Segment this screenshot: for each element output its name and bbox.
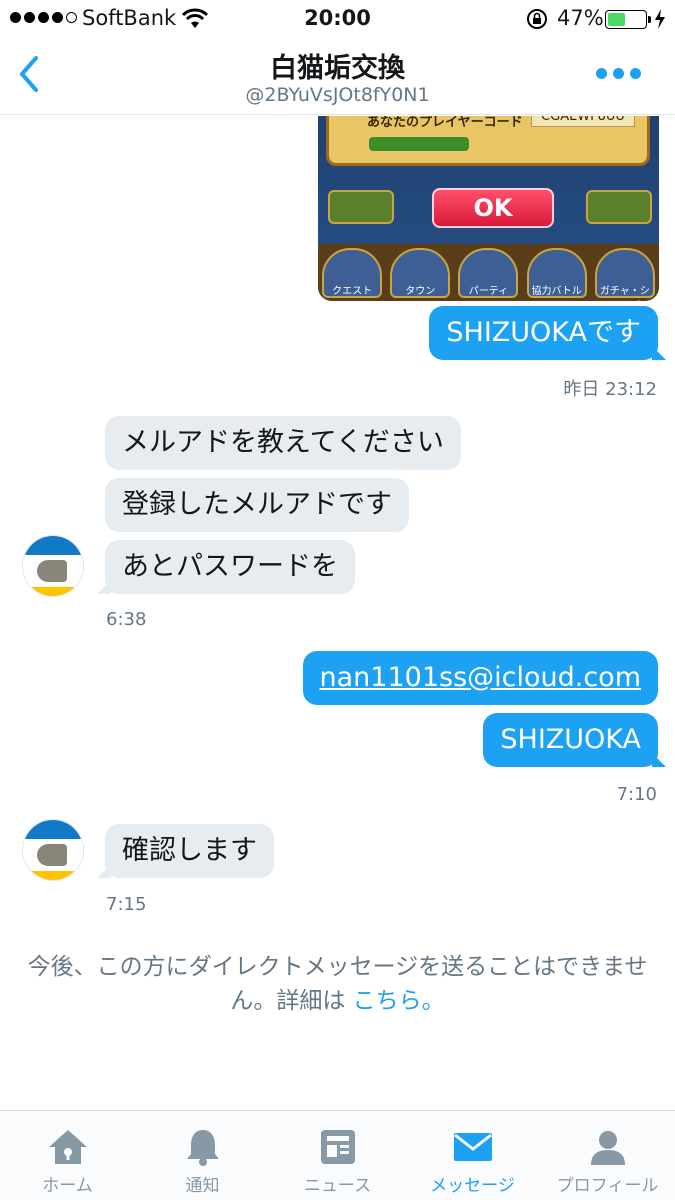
game-back-arrow [328,190,394,224]
news-icon [320,1130,355,1164]
tab-news[interactable]: ニュース [270,1111,405,1200]
tab-home[interactable]: ホーム [0,1111,135,1200]
shared-game-screenshot[interactable]: あなたのプレイヤーコード CGAEWF8UU OK クエスト タウン パーティ … [318,116,659,301]
rotation-lock-icon [527,9,547,29]
message-timestamp: 6:38 [106,609,147,630]
game-menu-item: クエスト [322,248,383,298]
conversation-header: 白猫垢交換 @2BYuVsJOt8fY0N1 [0,38,675,115]
tab-label: メッセージ [430,1176,515,1196]
game-menu-item: タウン [390,248,451,298]
game-menu-item: ガチャ・ショップ [594,248,655,298]
charging-bolt-icon [655,9,665,29]
envelope-icon [453,1133,492,1161]
outgoing-message[interactable]: SHIZUOKA [483,713,666,767]
message-thread[interactable]: あなたのプレイヤーコード CGAEWF8UU OK クエスト タウン パーティ … [0,116,675,1110]
incoming-message[interactable]: あとパスワードを [97,540,355,594]
game-right-button [586,190,652,224]
tab-notifications[interactable]: 通知 [135,1111,270,1200]
status-bar: SoftBank 20:00 47% [0,0,675,38]
game-menu-bar: クエスト タウン パーティ 協力バトル ガチャ・ショップ [318,244,659,301]
battery-percent: 47% [557,6,604,30]
green-bar [369,137,469,151]
conversation-handle: @2BYuVsJOt8fY0N1 [245,84,430,106]
tab-bar: ホーム 通知 ニュース メッセージ プロフィール [0,1110,675,1200]
player-code-panel: あなたのプレイヤーコード CGAEWF8UU [326,116,650,166]
tab-label: プロフィール [556,1176,659,1196]
incoming-message[interactable]: 登録したメルアドです [105,478,409,532]
tab-label: ニュース [303,1176,372,1196]
outgoing-message-email-link[interactable]: nan1101ss@icloud.com [302,651,658,705]
tab-profile[interactable]: プロフィール [540,1111,675,1200]
message-timestamp: 7:10 [616,784,657,805]
sender-avatar[interactable] [22,535,84,597]
game-menu-item: パーティ [458,248,519,298]
bell-icon [186,1130,219,1166]
player-code-value: CGAEWF8UU [531,116,635,127]
notice-text: 今後、この方にダイレクトメッセージを送ることはできません。詳細は [27,954,648,1014]
game-menu-item: 協力バトル [526,248,587,298]
tab-label: ホーム [42,1176,93,1196]
battery-icon [605,10,651,29]
sender-avatar[interactable] [22,819,84,881]
player-code-label: あなたのプレイヤーコード [367,116,523,130]
conversation-title: 白猫垢交換 [270,53,405,84]
message-timestamp: 昨日 23:12 [563,379,657,400]
message-timestamp: 7:15 [106,894,147,915]
incoming-message[interactable]: メルアドを教えてください [105,416,461,470]
home-icon [48,1130,87,1164]
game-ok-button: OK [432,188,554,228]
notice-details-link[interactable]: こちら。 [353,988,445,1014]
tab-label: 通知 [185,1176,220,1196]
more-dots-icon[interactable] [596,68,641,79]
tab-messages[interactable]: メッセージ [405,1111,540,1200]
incoming-message[interactable]: 確認します [97,824,274,878]
dm-disabled-notice: 今後、この方にダイレクトメッセージを送ることはできません。詳細は こちら。 [18,950,657,1018]
person-icon [590,1131,625,1165]
outgoing-message[interactable]: SHIZUOKAです [429,306,666,360]
